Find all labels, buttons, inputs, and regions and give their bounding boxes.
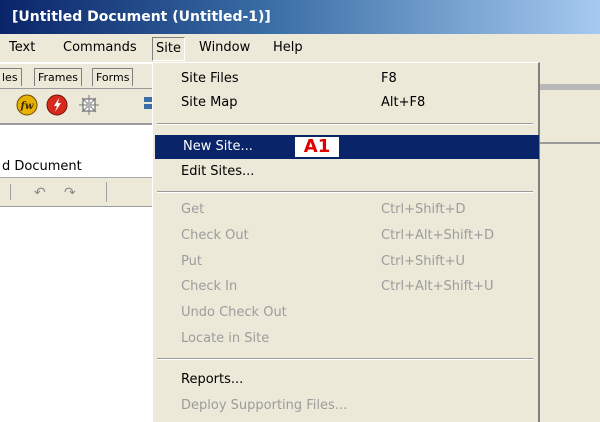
left-toolbar-pane: les Frames Forms fw d Document ↶ ↷ (0, 62, 158, 422)
document-title-field[interactable]: d Document (0, 157, 158, 178)
menu-window[interactable]: Window (196, 37, 253, 59)
menu-item-label: New Site... (183, 139, 253, 154)
menu-item-deploy-supporting-files[interactable]: Deploy Supporting Files... (153, 394, 537, 418)
menu-item-check-in[interactable]: Check In Ctrl+Alt+Shift+U (153, 275, 537, 299)
menu-item-label: Reports... (181, 372, 244, 387)
menu-separator (157, 191, 533, 193)
tab-frames[interactable]: Frames (34, 68, 83, 86)
window-title: [Untitled Document (Untitled-1)] (12, 9, 271, 25)
menu-help[interactable]: Help (270, 37, 306, 59)
menu-commands[interactable]: Commands (60, 37, 140, 59)
menu-item-shortcut: Ctrl+Shift+U (381, 254, 465, 269)
right-background (540, 62, 600, 422)
menu-item-shortcut: Ctrl+Alt+Shift+U (381, 279, 494, 294)
menu-item-label: Site Map (181, 95, 238, 110)
menu-item-label: Edit Sites... (181, 164, 255, 179)
menu-item-label: Check Out (181, 228, 249, 243)
menu-item-put[interactable]: Put Ctrl+Shift+U (153, 250, 537, 274)
insert-icons-row: fw (0, 89, 156, 125)
menu-item-locate-in-site[interactable]: Locate in Site (153, 327, 537, 351)
panel-strip (540, 142, 600, 144)
menu-item-get[interactable]: Get Ctrl+Shift+D (153, 198, 537, 222)
menu-item-label: Get (181, 202, 205, 217)
menu-item-shortcut: Alt+F8 (381, 95, 426, 110)
menu-item-shortcut: F8 (381, 71, 397, 86)
history-toolbar: ↶ ↷ (0, 178, 156, 207)
toolbar-divider (10, 184, 11, 200)
menu-item-site-map[interactable]: Site Map Alt+F8 (153, 91, 537, 115)
menu-item-site-files[interactable]: Site Files F8 (153, 67, 537, 91)
menu-separator (157, 358, 533, 360)
menu-text[interactable]: Text (6, 37, 38, 59)
menu-item-shortcut: Ctrl+Alt+Shift+D (381, 228, 494, 243)
menu-site[interactable]: Site (152, 37, 185, 61)
menu-item-label: Undo Check Out (181, 305, 287, 320)
redo-icon[interactable]: ↷ (64, 185, 76, 201)
annotation-badge: A1 (295, 137, 339, 157)
generator-icon[interactable] (78, 94, 100, 116)
tab-tables[interactable]: les (0, 68, 22, 86)
menu-item-edit-sites[interactable]: Edit Sites... (153, 160, 537, 184)
menu-item-check-out[interactable]: Check Out Ctrl+Alt+Shift+D (153, 224, 537, 248)
shockwave-icon[interactable] (46, 94, 68, 116)
toolbar-divider (106, 182, 107, 202)
menu-item-label: Locate in Site (181, 331, 270, 346)
menu-bar: Text Commands Site Window Help (0, 34, 600, 63)
menu-item-shortcut: Ctrl+Shift+D (381, 202, 466, 217)
menu-item-label: Site Files (181, 71, 239, 86)
menu-item-label: Put (181, 254, 202, 269)
menu-item-label: Deploy Supporting Files... (181, 398, 348, 413)
tab-forms[interactable]: Forms (92, 68, 134, 86)
insert-tabs-row: les Frames Forms (0, 64, 156, 89)
menu-separator (157, 123, 533, 125)
svg-text:fw: fw (20, 101, 34, 112)
window-title-bar: [Untitled Document (Untitled-1)] (0, 0, 600, 34)
flash-icon[interactable]: fw (16, 94, 38, 116)
undo-icon[interactable]: ↶ (34, 185, 46, 201)
site-menu-dropdown: Site Files F8 Site Map Alt+F8 New Site..… (152, 62, 540, 422)
menu-item-undo-check-out[interactable]: Undo Check Out (153, 301, 537, 325)
menu-item-reports[interactable]: Reports... (153, 368, 537, 392)
menu-item-label: Check In (181, 279, 238, 294)
menu-item-new-site[interactable]: New Site... A1 (155, 135, 539, 159)
panel-strip (540, 84, 600, 90)
